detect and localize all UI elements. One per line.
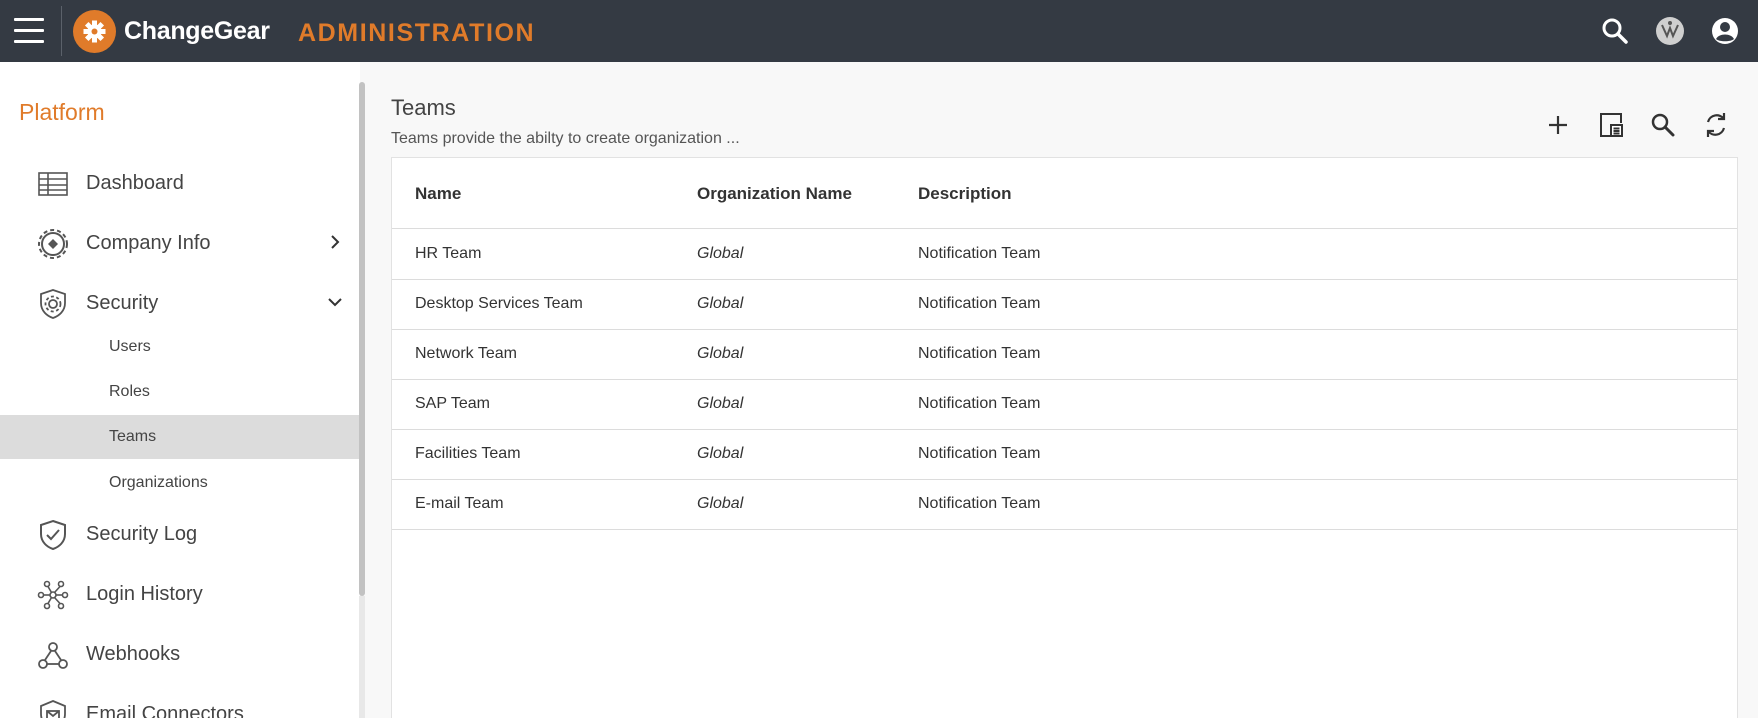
cell-organization: Global	[697, 495, 744, 512]
sidebar-scrollbar-thumb[interactable]	[359, 82, 365, 596]
sidebar-subitem-teams[interactable]: Teams	[0, 415, 360, 459]
export-icon[interactable]	[1595, 109, 1627, 141]
cell-description: Notification Team	[918, 445, 1041, 462]
cell-description: Notification Team	[918, 395, 1041, 412]
chevron-right-icon	[326, 233, 344, 251]
network-icon	[36, 578, 70, 612]
table-row[interactable]: E-mail Team Global Notification Team	[392, 480, 1737, 530]
search-icon[interactable]	[1647, 109, 1679, 141]
page-description: Teams provide the abilty to create organ…	[391, 130, 740, 147]
cell-description: Notification Team	[918, 495, 1041, 512]
table-row[interactable]: Network Team Global Notification Team	[392, 330, 1737, 380]
sidebar-item-security-log[interactable]: Security Log	[0, 508, 360, 560]
cell-name: Network Team	[415, 345, 517, 362]
table-icon	[36, 167, 70, 201]
menu-icon[interactable]	[14, 18, 44, 44]
table-row[interactable]: Desktop Services Team Global Notificatio…	[392, 280, 1737, 330]
sidebar-item-label: Security	[86, 292, 159, 314]
sidebar-section-title: Platform	[19, 99, 105, 125]
sidebar-item-login-history[interactable]: Login History	[0, 568, 360, 620]
cell-organization: Global	[697, 245, 744, 262]
table-row[interactable]: SAP Team Global Notification Team	[392, 380, 1737, 430]
sidebar-item-label: Email Connectors	[86, 703, 244, 718]
cell-description: Notification Team	[918, 295, 1041, 312]
chevron-down-icon	[326, 293, 344, 311]
sidebar-subitem-label: Roles	[109, 383, 150, 400]
table-row[interactable]: Facilities Team Global Notification Team	[392, 430, 1737, 480]
top-bar: ChangeGear ADMINISTRATION	[0, 0, 1758, 62]
brand-name: ChangeGear	[124, 17, 270, 45]
sidebar-item-security[interactable]: Security	[0, 277, 360, 329]
cell-name: HR Team	[415, 245, 482, 262]
column-header-name[interactable]: Name	[415, 184, 461, 204]
sidebar-item-label: Login History	[86, 583, 203, 605]
cell-name: SAP Team	[415, 395, 491, 412]
add-icon[interactable]	[1542, 109, 1574, 141]
column-header-organization-name[interactable]: Organization Name	[697, 184, 852, 204]
cell-organization: Global	[697, 445, 744, 462]
sidebar-subitem-label: Teams	[109, 428, 157, 445]
sidebar-item-label: Company Info	[86, 232, 211, 254]
webhook-icon	[36, 638, 70, 672]
sidebar-subitem-label: Users	[109, 338, 151, 355]
sidebar-subitem-label: Organizations	[109, 474, 208, 491]
top-divider	[61, 6, 62, 56]
cell-name: E-mail Team	[415, 495, 504, 512]
cell-organization: Global	[697, 395, 744, 412]
company-gear-icon	[36, 227, 70, 261]
sidebar: Platform Dashboard Company Info Security…	[0, 62, 360, 718]
logo-gear-icon[interactable]	[73, 10, 116, 53]
page-title: Teams	[391, 95, 456, 120]
sidebar-item-label: Dashboard	[86, 172, 184, 194]
sidebar-subitem-roles[interactable]: Roles	[0, 370, 360, 414]
sidebar-item-webhooks[interactable]: Webhooks	[0, 628, 360, 680]
cell-name: Facilities Team	[415, 445, 521, 462]
cell-description: Notification Team	[918, 345, 1041, 362]
cell-description: Notification Team	[918, 245, 1041, 262]
sidebar-subitem-organizations[interactable]: Organizations	[0, 461, 360, 505]
table-row[interactable]: HR Team Global Notification Team	[392, 230, 1737, 280]
shield-check-icon	[36, 518, 70, 552]
sidebar-item-label: Security Log	[86, 523, 198, 545]
tenant-logo-icon[interactable]	[1653, 14, 1687, 48]
teams-table: Name Organization Name Description HR Te…	[391, 157, 1738, 718]
search-icon[interactable]	[1598, 14, 1632, 48]
sidebar-item-dashboard[interactable]: Dashboard	[0, 157, 360, 209]
sidebar-scrollbar-track[interactable]	[359, 596, 365, 718]
sidebar-item-company-info[interactable]: Company Info	[0, 217, 360, 269]
user-account-icon[interactable]	[1708, 14, 1742, 48]
cell-organization: Global	[697, 295, 744, 312]
column-header-description[interactable]: Description	[918, 184, 1012, 204]
shield-gear-icon	[36, 287, 70, 321]
sidebar-item-label: Webhooks	[86, 643, 181, 665]
cell-name: Desktop Services Team	[415, 295, 583, 312]
admin-title: ADMINISTRATION	[298, 19, 536, 47]
table-header: Name Organization Name Description	[392, 158, 1737, 229]
email-connector-icon	[36, 698, 70, 718]
refresh-icon[interactable]	[1700, 109, 1732, 141]
cell-organization: Global	[697, 345, 744, 362]
sidebar-subitem-users[interactable]: Users	[0, 325, 360, 369]
sidebar-item-email-connectors[interactable]: Email Connectors	[0, 688, 360, 718]
